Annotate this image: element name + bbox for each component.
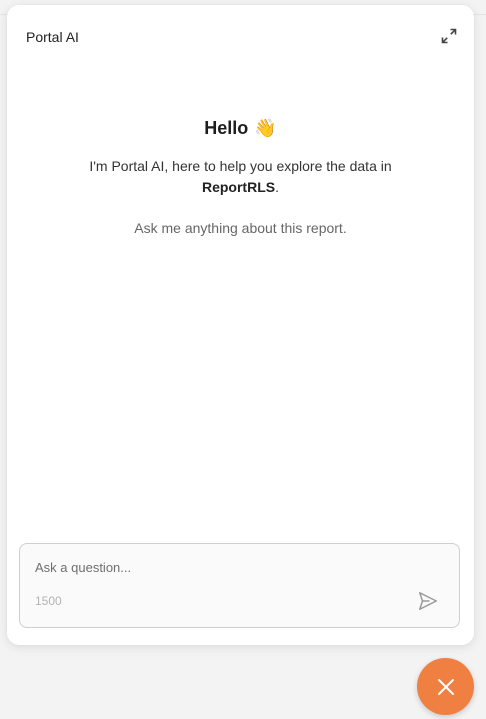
chat-panel: Portal AI Hello 👋 I'm Portal AI, here to … [7, 5, 474, 645]
greeting: Hello 👋 [7, 115, 474, 141]
close-icon [437, 678, 454, 695]
expand-button[interactable] [441, 28, 457, 44]
greeting-text: Hello [204, 118, 249, 138]
char-count: 1500 [35, 594, 62, 608]
close-chat-button[interactable] [417, 658, 474, 715]
question-composer: 1500 [19, 543, 460, 628]
report-name: ReportRLS [201, 179, 276, 195]
welcome-section: Hello 👋 I'm Portal AI, here to help you e… [7, 115, 474, 236]
intro-text: I'm Portal AI, here to help you explore … [76, 156, 406, 198]
send-icon [419, 592, 437, 610]
intro-prefix: I'm Portal AI, here to help you explore … [89, 158, 392, 174]
send-button[interactable] [417, 590, 439, 612]
question-input[interactable] [35, 560, 395, 575]
wave-icon: 👋 [254, 118, 277, 138]
expand-icon [441, 28, 457, 44]
ask-hint: Ask me anything about this report. [134, 220, 347, 236]
intro-suffix: . [275, 179, 279, 195]
panel-title: Portal AI [26, 29, 79, 45]
page: Portal AI Hello 👋 I'm Portal AI, here to … [0, 0, 486, 719]
